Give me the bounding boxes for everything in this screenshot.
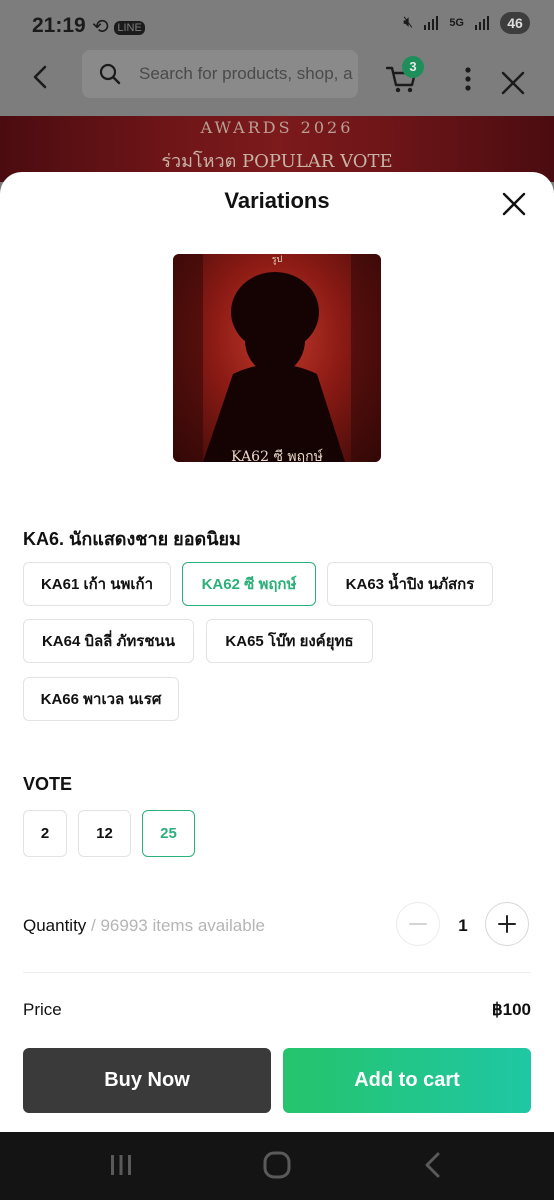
status-time: 21:19: [32, 14, 86, 37]
quantity-decrement-button[interactable]: [396, 902, 440, 946]
search-input[interactable]: Search for products, shop, a: [139, 64, 353, 84]
back-icon[interactable]: [26, 62, 56, 92]
minus-icon: [408, 922, 427, 925]
option-label: KA61 เก้า นพเก้า: [40, 576, 154, 593]
variations-sheet: Variations รูป KA62 ซี พฤกษ์ KA6. นักแสด…: [0, 172, 554, 1132]
network-type: 5G: [449, 17, 464, 29]
battery-indicator: 46: [500, 12, 530, 34]
option-chip[interactable]: KA64 บิลลี่ ภัทรชนน: [23, 619, 194, 663]
signal-icon: [424, 16, 439, 30]
system-nav-bar: [0, 1132, 554, 1200]
sync-icon: ⟲: [92, 16, 109, 38]
option-label: KA66 พาเวล นเรศ: [40, 691, 162, 708]
option-label: KA65 โบ๊ท ยงค์ยุทธ: [225, 633, 354, 650]
add-to-cart-label: Add to cart: [354, 1069, 460, 1091]
vote-group-label: VOTE: [23, 774, 73, 794]
search-icon: [99, 63, 121, 85]
option-label: KA63 น้ำปิง นภัสกร: [345, 576, 475, 593]
vote-chip-selected[interactable]: 25: [142, 810, 195, 857]
option-chip[interactable]: KA66 พาเวล นเรศ: [23, 677, 179, 721]
option-group-label: KA6. นักแสดงชาย ยอดนิยม: [23, 529, 241, 549]
banner-line-2: ร่วมโหวต POPULAR VOTE: [161, 151, 393, 172]
quantity-value[interactable]: 1: [450, 916, 476, 936]
banner-line-1: AWARDS 2026: [200, 118, 354, 137]
close-icon[interactable]: [500, 190, 528, 218]
option-chip[interactable]: KA63 น้ำปิง นภัสกร: [327, 562, 493, 606]
option-chip[interactable]: KA61 เก้า นพเก้า: [23, 562, 171, 606]
cart-count-badge: 3: [402, 56, 424, 78]
option-label: KA62 ซี พฤกษ์: [201, 576, 297, 593]
top-header: Search for products, shop, a 3: [0, 40, 554, 116]
sheet-title: Variations: [224, 188, 330, 213]
price-label: Price: [23, 1000, 62, 1019]
plus-icon: [497, 914, 516, 933]
quantity-title: Quantity: [23, 916, 87, 935]
vote-label: 12: [96, 825, 113, 842]
vote-label: 25: [160, 825, 177, 842]
buy-now-label: Buy Now: [104, 1069, 190, 1091]
mute-icon: 🔇︎: [403, 14, 414, 31]
close-icon[interactable]: [500, 70, 526, 96]
variation-image: รูป KA62 ซี พฤกษ์: [173, 254, 381, 462]
quantity-available: / 96993 items available: [86, 916, 265, 935]
option-label: KA64 บิลลี่ ภัทรชนน: [41, 633, 176, 650]
line-app-icon: LINE: [114, 20, 145, 35]
vote-chip[interactable]: 2: [23, 810, 67, 857]
home-icon[interactable]: [262, 1150, 292, 1180]
signal-icon: [475, 16, 489, 30]
quantity-increment-button[interactable]: [485, 902, 529, 946]
search-bar[interactable]: Search for products, shop, a: [82, 50, 358, 98]
recent-apps-icon[interactable]: [106, 1150, 136, 1180]
status-right-icons: 🔇︎ 5G 46: [403, 12, 530, 34]
quantity-label: Quantity / 96993 items available: [23, 916, 265, 936]
cart-button[interactable]: 3: [385, 56, 424, 99]
option-chip[interactable]: KA65 โบ๊ท ยงค์ยุทธ: [206, 619, 373, 663]
vote-chip[interactable]: 12: [78, 810, 131, 857]
price-value: ฿100: [491, 1000, 531, 1019]
divider: [23, 972, 531, 973]
add-to-cart-button[interactable]: Add to cart: [283, 1048, 531, 1113]
more-icon[interactable]: [456, 64, 480, 94]
image-caption: KA62 ซี พฤกษ์: [231, 449, 323, 462]
option-chip-selected[interactable]: KA62 ซี พฤกษ์: [182, 562, 316, 606]
status-left-icons: ⟲ LINE: [92, 14, 145, 39]
silhouette-icon: [173, 254, 381, 462]
vote-label: 2: [40, 825, 50, 842]
back-nav-icon[interactable]: [418, 1150, 448, 1180]
buy-now-button[interactable]: Buy Now: [23, 1048, 271, 1113]
